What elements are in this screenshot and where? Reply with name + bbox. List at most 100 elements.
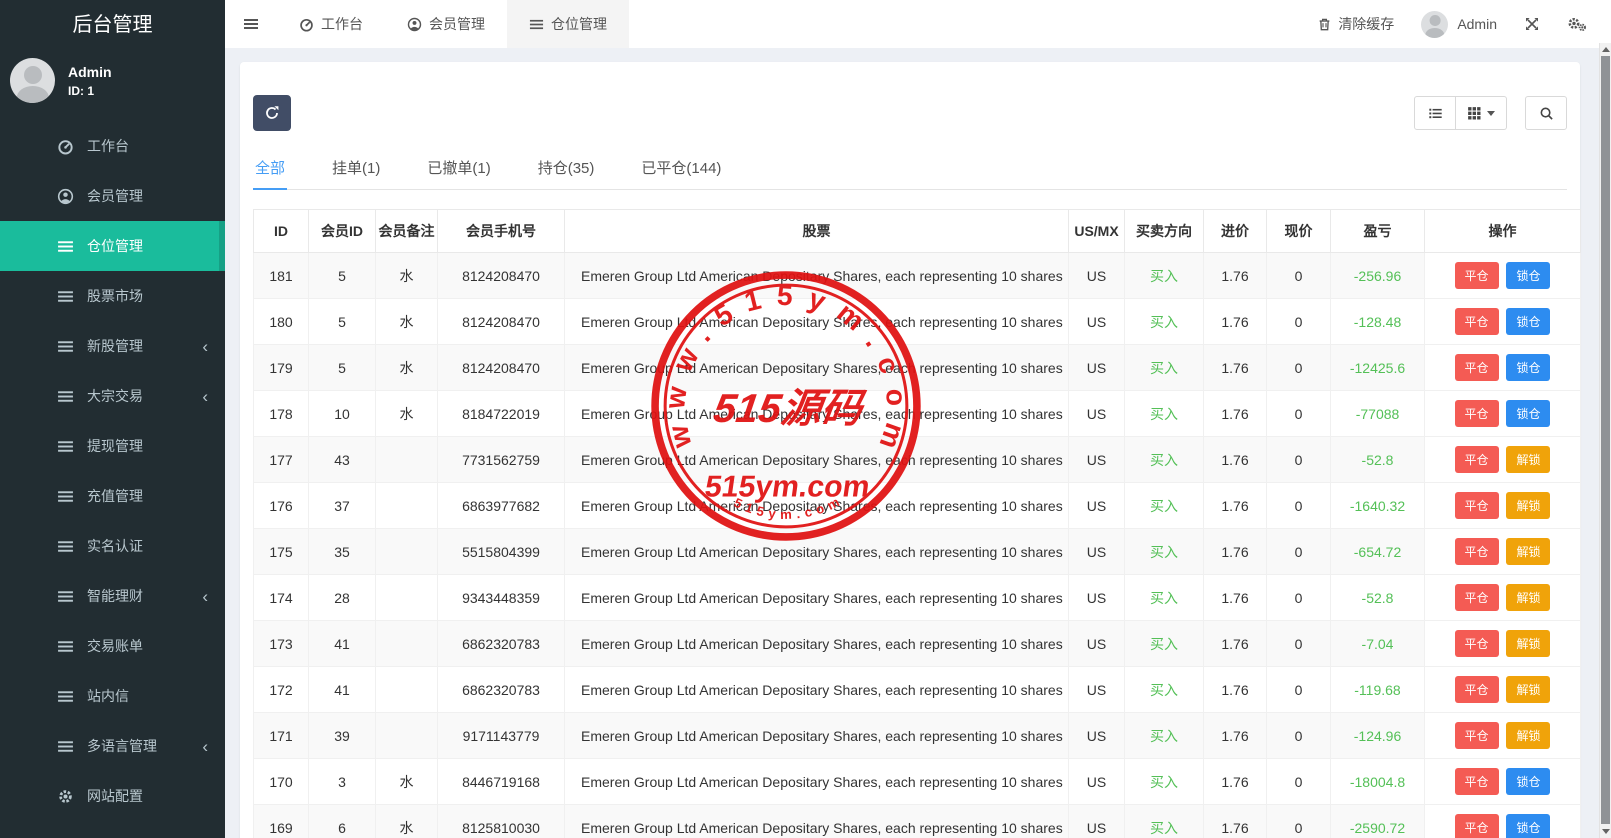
- sidebar-item-label: 实名认证: [87, 536, 143, 556]
- sidebar-item[interactable]: 实名认证 ‹: [0, 521, 225, 571]
- lock-button[interactable]: 解锁: [1506, 446, 1550, 473]
- nav-tab[interactable]: 会员管理: [385, 0, 507, 48]
- cell-member-id: 5: [309, 299, 376, 345]
- cell-stock: Emeren Group Ltd American Depositary Sha…: [565, 713, 1069, 759]
- filter-tab[interactable]: 已撤单(1): [425, 148, 492, 189]
- refresh-icon: [264, 105, 280, 121]
- sidebar-item[interactable]: 站内信 ‹: [0, 671, 225, 721]
- settings-button[interactable]: [1567, 16, 1587, 32]
- close-position-button[interactable]: 平仓: [1455, 492, 1499, 519]
- fullscreen-button[interactable]: [1524, 16, 1540, 32]
- table-row: 170 3 水 8446719168 Emeren Group Ltd Amer…: [254, 759, 1581, 805]
- lock-button[interactable]: 解锁: [1506, 676, 1550, 703]
- sidebar-item[interactable]: 新股管理 ‹: [0, 321, 225, 371]
- close-position-button[interactable]: 平仓: [1455, 354, 1499, 381]
- sidebar-item-label: 新股管理: [87, 336, 143, 356]
- lock-button[interactable]: 锁仓: [1506, 354, 1550, 381]
- cell-stock: Emeren Group Ltd American Depositary Sha…: [565, 759, 1069, 805]
- cell-actions: 平仓 锁仓: [1425, 345, 1581, 391]
- lock-button[interactable]: 锁仓: [1506, 768, 1550, 795]
- cell-current-price: 0: [1267, 759, 1331, 805]
- cell-direction: 买入: [1125, 805, 1204, 838]
- cell-current-price: 0: [1267, 805, 1331, 838]
- cell-member-phone: 9171143779: [438, 713, 565, 759]
- cell-actions: 平仓 解锁: [1425, 437, 1581, 483]
- filter-tab[interactable]: 已平仓(144): [639, 148, 723, 189]
- close-position-button[interactable]: 平仓: [1455, 308, 1499, 335]
- app-title: 后台管理: [0, 0, 225, 50]
- scroll-up-arrow-icon[interactable]: [1602, 47, 1610, 52]
- refresh-button[interactable]: [253, 95, 291, 131]
- close-position-button[interactable]: 平仓: [1455, 676, 1499, 703]
- cell-stock: Emeren Group Ltd American Depositary Sha…: [565, 345, 1069, 391]
- cell-direction: 买入: [1125, 667, 1204, 713]
- sidebar-toggle-button[interactable]: [225, 0, 277, 48]
- chevron-left-icon: ‹: [202, 588, 208, 605]
- filter-tab[interactable]: 持仓(35): [536, 148, 597, 189]
- sidebar-item[interactable]: 充值管理 ‹: [0, 471, 225, 521]
- column-header: 盈亏: [1331, 210, 1425, 253]
- trash-icon: [1317, 17, 1332, 32]
- page-scrollbar[interactable]: [1599, 43, 1611, 838]
- nav-tab[interactable]: 仓位管理: [507, 0, 629, 48]
- lock-button[interactable]: 锁仓: [1506, 262, 1550, 289]
- scroll-down-arrow-icon[interactable]: [1602, 829, 1610, 834]
- cell-member-remark: [376, 667, 438, 713]
- lock-button[interactable]: 锁仓: [1506, 400, 1550, 427]
- clear-cache-button[interactable]: 清除缓存: [1317, 14, 1394, 34]
- filter-tab[interactable]: 挂单(1): [330, 148, 382, 189]
- sidebar-item-label: 提现管理: [87, 436, 143, 456]
- cell-stock: Emeren Group Ltd American Depositary Sha…: [565, 299, 1069, 345]
- cell-current-price: 0: [1267, 713, 1331, 759]
- cell-entry-price: 1.76: [1204, 529, 1267, 575]
- cell-stock: Emeren Group Ltd American Depositary Sha…: [565, 437, 1069, 483]
- sidebar-item[interactable]: 网站配置 ‹: [0, 771, 225, 821]
- close-position-button[interactable]: 平仓: [1455, 630, 1499, 657]
- close-position-button[interactable]: 平仓: [1455, 400, 1499, 427]
- close-position-button[interactable]: 平仓: [1455, 446, 1499, 473]
- sidebar-item[interactable]: 智能理财 ‹: [0, 571, 225, 621]
- close-position-button[interactable]: 平仓: [1455, 722, 1499, 749]
- list-view-button[interactable]: [1414, 96, 1456, 130]
- cell-current-price: 0: [1267, 391, 1331, 437]
- lock-button[interactable]: 解锁: [1506, 722, 1550, 749]
- filter-tab[interactable]: 全部: [253, 148, 287, 190]
- column-header: 会员手机号: [438, 210, 565, 253]
- lock-button[interactable]: 解锁: [1506, 630, 1550, 657]
- cell-member-phone: 8124208470: [438, 345, 565, 391]
- sidebar-item[interactable]: 会员管理 ‹: [0, 171, 225, 221]
- lock-button[interactable]: 锁仓: [1506, 814, 1550, 838]
- close-position-button[interactable]: 平仓: [1455, 538, 1499, 565]
- cell-current-price: 0: [1267, 483, 1331, 529]
- cell-member-phone: 8124208470: [438, 253, 565, 299]
- cell-current-price: 0: [1267, 575, 1331, 621]
- search-button[interactable]: [1525, 96, 1567, 130]
- navbar-user[interactable]: Admin: [1421, 11, 1497, 38]
- sidebar-item[interactable]: 交易账单 ‹: [0, 621, 225, 671]
- sidebar-item[interactable]: 大宗交易 ‹: [0, 371, 225, 421]
- scrollbar-thumb[interactable]: [1601, 56, 1610, 824]
- lock-button[interactable]: 解锁: [1506, 538, 1550, 565]
- close-position-button[interactable]: 平仓: [1455, 584, 1499, 611]
- lock-button[interactable]: 锁仓: [1506, 308, 1550, 335]
- close-position-button[interactable]: 平仓: [1455, 262, 1499, 289]
- cell-pnl: -12425.6: [1331, 345, 1425, 391]
- sidebar-item-label: 交易账单: [87, 636, 143, 656]
- cell-member-remark: 水: [376, 345, 438, 391]
- cell-entry-price: 1.76: [1204, 575, 1267, 621]
- grid-view-button[interactable]: [1456, 96, 1507, 130]
- sidebar-item[interactable]: 工作台 ‹: [0, 121, 225, 171]
- sidebar-item[interactable]: 提现管理 ‹: [0, 421, 225, 471]
- nav-tab[interactable]: 工作台: [277, 0, 385, 48]
- sidebar-item[interactable]: 股票市场 ‹: [0, 271, 225, 321]
- table-row: 175 35 5515804399 Emeren Group Ltd Ameri…: [254, 529, 1581, 575]
- search-icon: [1539, 106, 1554, 121]
- cell-current-price: 0: [1267, 667, 1331, 713]
- close-position-button[interactable]: 平仓: [1455, 768, 1499, 795]
- sidebar-item[interactable]: 多语言管理 ‹: [0, 721, 225, 771]
- lock-button[interactable]: 解锁: [1506, 492, 1550, 519]
- lock-button[interactable]: 解锁: [1506, 584, 1550, 611]
- close-position-button[interactable]: 平仓: [1455, 814, 1499, 838]
- sidebar-item[interactable]: 仓位管理 ‹: [0, 221, 225, 271]
- sidebar-item-label: 会员管理: [87, 186, 143, 206]
